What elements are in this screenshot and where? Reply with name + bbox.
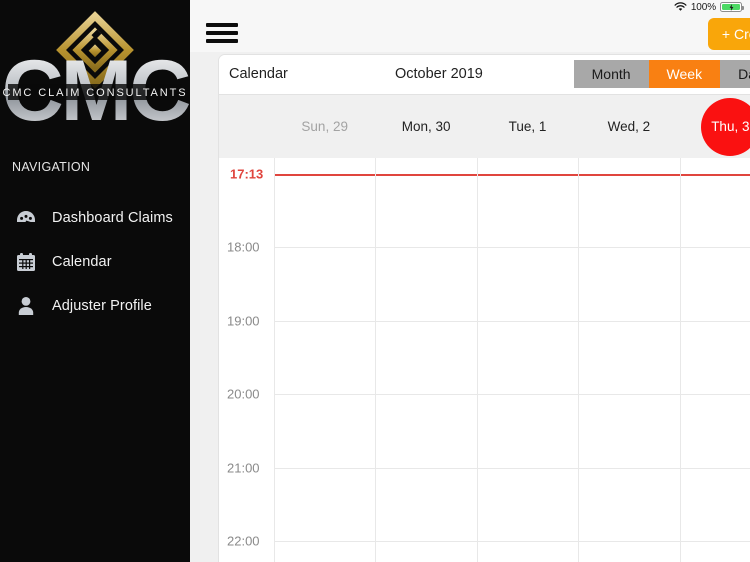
sidebar-item-label: Calendar (52, 254, 112, 270)
sidebar-item-dashboard-claims[interactable]: Dashboard Claims (0, 196, 190, 240)
status-bar: 100% (190, 0, 750, 14)
calendar-app-screen: CMC CMC CLAIM CONSULTANTS NAVIGATION Das… (0, 0, 750, 562)
person-icon (18, 297, 34, 315)
create-button[interactable]: + Create (707, 18, 750, 50)
hour-gridline (274, 320, 750, 322)
hour-gridline (274, 394, 750, 395)
day-label: Tue, 1 (508, 119, 547, 134)
day-column-header[interactable]: Mon, 30 (375, 95, 476, 158)
hour-gridline (274, 247, 750, 248)
time-gutter-spacer (219, 95, 274, 158)
calendar-header: Calendar October 2019 Month Week Day (219, 55, 750, 93)
cmc-logo-icon: CMC CMC CLAIM CONSULTANTS (2, 11, 190, 139)
lightning-bolt-icon (729, 3, 733, 11)
sidebar-item-label: Adjuster Profile (52, 298, 152, 314)
logo-tagline: CMC CLAIM CONSULTANTS (3, 87, 188, 99)
sidebar-nav-list: Dashboard Claims Calendar Adjuster Profi… (0, 196, 190, 328)
brand-logo: CMC CMC CLAIM CONSULTANTS (0, 0, 190, 150)
page-title: Calendar (229, 66, 288, 82)
view-week-button[interactable]: Week (648, 60, 721, 88)
hamburger-menu-icon[interactable] (206, 21, 238, 45)
day-label: Mon, 30 (401, 119, 451, 134)
hour-label: 20:00 (227, 386, 260, 402)
current-time-label: 17:13 (230, 166, 264, 182)
battery-percent-label: 100% (690, 1, 716, 13)
day-label: Thu, 3 (711, 119, 750, 134)
day-column-divider (679, 158, 681, 562)
day-column-header[interactable]: Tue, 1 (477, 95, 578, 158)
day-column-divider (375, 158, 377, 562)
day-column-divider (578, 158, 580, 562)
day-column-header-today[interactable]: Thu, 3 (680, 95, 750, 158)
calendar-panel: Calendar October 2019 Month Week Day Sun… (218, 54, 750, 562)
hour-label: 21:00 (227, 460, 260, 475)
view-switcher: Month Week Day (573, 60, 750, 88)
day-column-header[interactable]: Sun, 29 (274, 95, 375, 158)
sidebar-item-label: Dashboard Claims (52, 210, 173, 226)
today-badge: Thu, 3 (701, 97, 750, 156)
hour-gridline (274, 541, 750, 542)
day-header-row: Sun, 29 Mon, 30 Tue, 1 Wed, 2 Thu, 3 (219, 94, 750, 158)
wifi-icon (674, 2, 687, 11)
current-time-line (274, 174, 750, 176)
hour-gridline (274, 467, 750, 469)
top-toolbar: + Create (190, 14, 750, 52)
battery-charging-icon (720, 2, 744, 12)
day-column-divider (476, 158, 478, 562)
day-label: Wed, 2 (607, 119, 651, 134)
sidebar-item-calendar[interactable]: Calendar (0, 240, 190, 284)
day-label: Sun, 29 (301, 119, 348, 134)
calendar-icon (17, 253, 35, 271)
hour-label: 19:00 (227, 313, 260, 328)
week-grid[interactable]: 17:13 18:00 19:00 20:00 21:00 22:00 (219, 158, 750, 562)
day-column-divider (274, 158, 275, 562)
hour-label: 18:00 (227, 239, 260, 255)
calendar-month-label: October 2019 (395, 66, 483, 82)
speedometer-icon (17, 211, 35, 223)
view-day-button[interactable]: Day (720, 60, 750, 88)
sidebar-item-adjuster-profile[interactable]: Adjuster Profile (0, 284, 190, 328)
sidebar: CMC CMC CLAIM CONSULTANTS NAVIGATION Das… (0, 0, 190, 562)
day-column-header[interactable]: Wed, 2 (578, 95, 679, 158)
navigation-section-title: NAVIGATION (12, 160, 91, 174)
hour-label: 22:00 (227, 533, 260, 549)
view-month-button[interactable]: Month (573, 60, 649, 88)
